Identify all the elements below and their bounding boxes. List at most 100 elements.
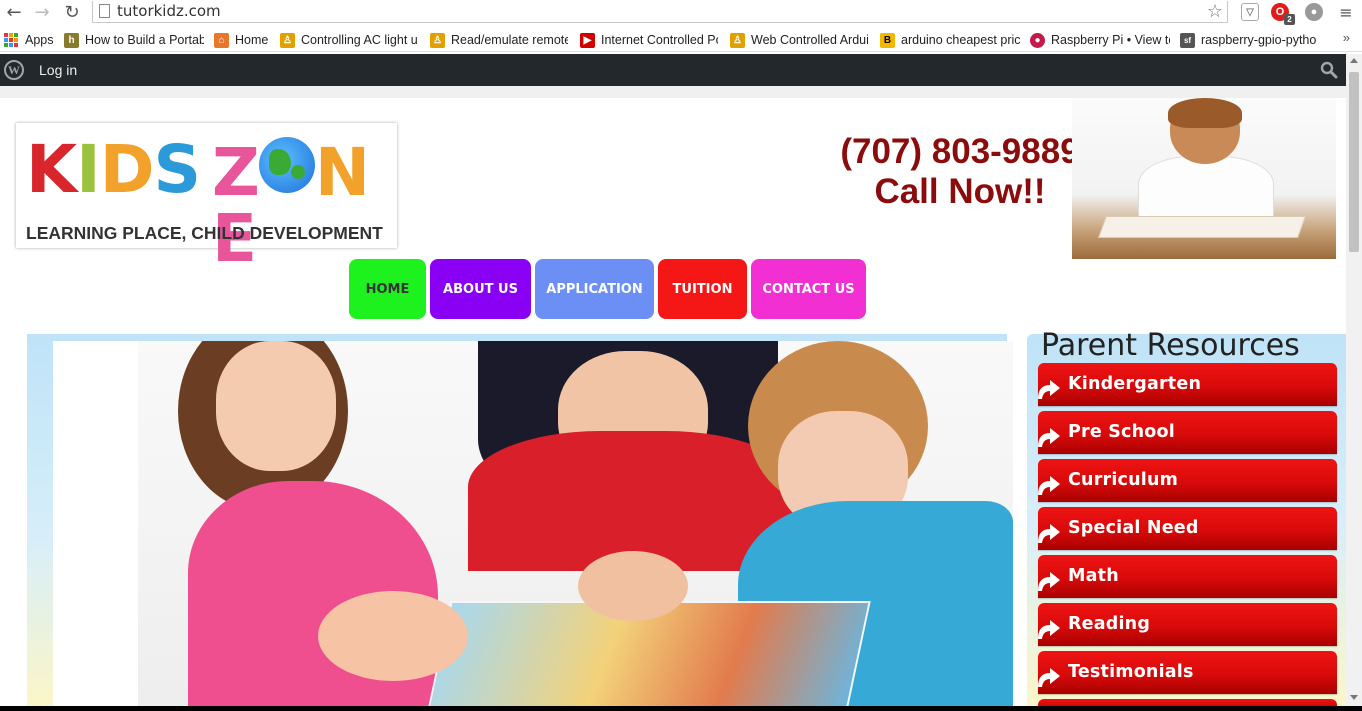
- arrow-icon: [1038, 380, 1060, 399]
- nav-label: CONTACT US: [762, 281, 855, 297]
- arrow-icon: [1038, 524, 1060, 543]
- bookmark-label: Internet Controlled Po: [601, 33, 718, 47]
- nav-application[interactable]: APPLICATION: [535, 259, 654, 319]
- bookmark-web-controlled[interactable]: ♙ Web Controlled Ardui: [730, 31, 868, 49]
- resource-label: Reading: [1068, 614, 1151, 634]
- resource-link-pre-school[interactable]: Pre School: [1038, 411, 1337, 454]
- parent-resources-sidebar: Parent Resources Kindergarten Pre School…: [1027, 328, 1346, 706]
- bookmark-label: Web Controlled Ardui: [751, 33, 868, 47]
- bookmark-star-icon[interactable]: ☆: [1207, 1, 1223, 22]
- shield-extension-icon[interactable]: ▽: [1241, 3, 1259, 21]
- sourceforge-icon: sf: [1180, 32, 1195, 48]
- bookmark-read-emulate[interactable]: ♙ Read/emulate remote: [430, 31, 568, 49]
- bookmark-raspberry-pi[interactable]: ● Raspberry Pi • View to: [1030, 31, 1170, 49]
- bookmark-label: Raspberry Pi • View to: [1051, 33, 1170, 47]
- scroll-down-icon[interactable]: [1350, 695, 1358, 700]
- scroll-up-icon[interactable]: [1350, 58, 1358, 63]
- sidebar-title: Parent Resources: [1041, 328, 1300, 363]
- bookmark-label: Controlling AC light u: [301, 33, 418, 47]
- nav-contact-us[interactable]: CONTACT US: [751, 259, 866, 319]
- bookmark-label: Apps: [25, 33, 54, 47]
- resource-link-reading[interactable]: Reading: [1038, 603, 1337, 646]
- girl-hands: [318, 591, 468, 681]
- hamburger-menu-icon[interactable]: ≡: [1336, 3, 1356, 23]
- logo-tagline: LEARNING PLACE, CHILD DEVELOPMENT: [26, 223, 383, 243]
- resource-label: Kindergarten: [1068, 374, 1202, 394]
- resource-label: Special Need: [1068, 518, 1199, 538]
- bookmark-internet-controlled[interactable]: ▶ Internet Controlled Po: [580, 31, 718, 49]
- xampp-icon: ⌂: [214, 32, 229, 48]
- globe-extension-icon[interactable]: ●: [1305, 3, 1323, 21]
- resource-label: Curriculum: [1068, 470, 1179, 490]
- kids-reading-photo[interactable]: [138, 341, 1013, 706]
- wordpress-admin-bar: W Log in: [0, 54, 1346, 86]
- browser-toolbar: ← → ↻ tutorkidz.com ☆ ▽ O 2 ● ≡: [0, 0, 1362, 26]
- forward-arrow-icon[interactable]: →: [32, 3, 52, 23]
- bookmark-label: How to Build a Portab: [85, 33, 204, 47]
- page-content: KIDS Z NE LEARNING PLACE, CHILD DEVELOPME…: [0, 86, 1346, 706]
- kid-book: [1097, 216, 1307, 238]
- kids-zone-logo[interactable]: KIDS Z NE LEARNING PLACE, CHILD DEVELOPME…: [16, 123, 397, 272]
- kid-hair: [1168, 98, 1242, 128]
- raspberry-icon: ●: [1030, 32, 1045, 48]
- wordpress-logo-icon[interactable]: W: [4, 60, 24, 80]
- main-navigation: HOME ABOUT US APPLICATION TUITION CONTAC…: [349, 259, 866, 319]
- nav-label: HOME: [365, 281, 410, 297]
- resource-link-math[interactable]: Math: [1038, 555, 1337, 598]
- bookmark-label: arduino cheapest pric: [901, 33, 1020, 47]
- bookmarks-bar: Apps h How to Build a Portab ⌂ Home ♙ Co…: [0, 27, 1362, 52]
- resource-link-testimonials[interactable]: Testimonials: [1038, 651, 1337, 694]
- nav-about-us[interactable]: ABOUT US: [430, 259, 531, 319]
- nav-tuition[interactable]: TUITION: [658, 259, 747, 319]
- b-icon: B: [880, 32, 895, 48]
- youtube-icon: ▶: [580, 32, 595, 48]
- globe-icon: [258, 137, 315, 193]
- bookmark-home[interactable]: ⌂ Home: [214, 31, 272, 49]
- arrow-icon: [1038, 620, 1060, 639]
- arrow-icon: [1038, 572, 1060, 591]
- resource-link-next[interactable]: [1038, 699, 1337, 706]
- bookmark-raspberry-gpio[interactable]: sf raspberry-gpio-pytho: [1180, 31, 1320, 49]
- bookmarks-overflow-icon[interactable]: »: [1343, 30, 1350, 45]
- boy-hand: [578, 551, 688, 621]
- arrow-icon: [1038, 668, 1060, 687]
- resource-label: Pre School: [1068, 422, 1175, 442]
- search-icon[interactable]: [1320, 61, 1338, 79]
- stressed-kid-photo: [1072, 98, 1336, 259]
- arrow-icon: [1038, 428, 1060, 447]
- bookmark-controlling-ac[interactable]: ♙ Controlling AC light u: [280, 31, 418, 49]
- nav-home[interactable]: HOME: [349, 259, 426, 319]
- scrollbar-thumb[interactable]: [1349, 72, 1359, 252]
- bookmark-apps[interactable]: Apps: [4, 31, 58, 49]
- bookmark-person-icon: ♙: [730, 32, 745, 48]
- nav-label: APPLICATION: [546, 281, 643, 297]
- resource-link-special-need[interactable]: Special Need: [1038, 507, 1337, 550]
- girl-face: [216, 341, 336, 471]
- url-text[interactable]: tutorkidz.com: [117, 2, 221, 20]
- vertical-scrollbar[interactable]: [1346, 54, 1362, 706]
- page-icon: [99, 4, 110, 18]
- resource-link-kindergarten[interactable]: Kindergarten: [1038, 363, 1337, 406]
- apps-grid-icon: [4, 32, 19, 48]
- instructables-icon: h: [64, 32, 79, 48]
- resource-link-curriculum[interactable]: Curriculum: [1038, 459, 1337, 502]
- bookmark-label: Read/emulate remote: [451, 33, 568, 47]
- back-arrow-icon[interactable]: ←: [4, 3, 24, 23]
- resource-label: Testimonials: [1068, 662, 1194, 682]
- window-bottom-edge: [0, 706, 1362, 711]
- bookmark-portable[interactable]: h How to Build a Portab: [64, 31, 204, 49]
- login-link[interactable]: Log in: [39, 62, 77, 78]
- bookmark-arduino-cheapest[interactable]: B arduino cheapest pric: [880, 31, 1020, 49]
- slider-panel: [53, 341, 139, 706]
- bookmark-person-icon: ♙: [430, 32, 445, 48]
- nav-label: ABOUT US: [443, 281, 518, 297]
- logo-word-kids: KIDS: [26, 131, 201, 208]
- nav-label: TUITION: [672, 281, 733, 297]
- arrow-icon: [1038, 476, 1060, 495]
- reload-icon[interactable]: ↻: [62, 3, 82, 23]
- address-bar[interactable]: tutorkidz.com ☆: [92, 1, 1228, 23]
- bookmark-person-icon: ♙: [280, 32, 295, 48]
- bookmark-label: Home: [235, 33, 269, 47]
- page-top-strip: [0, 86, 1346, 98]
- extension-badge: 2: [1284, 14, 1295, 25]
